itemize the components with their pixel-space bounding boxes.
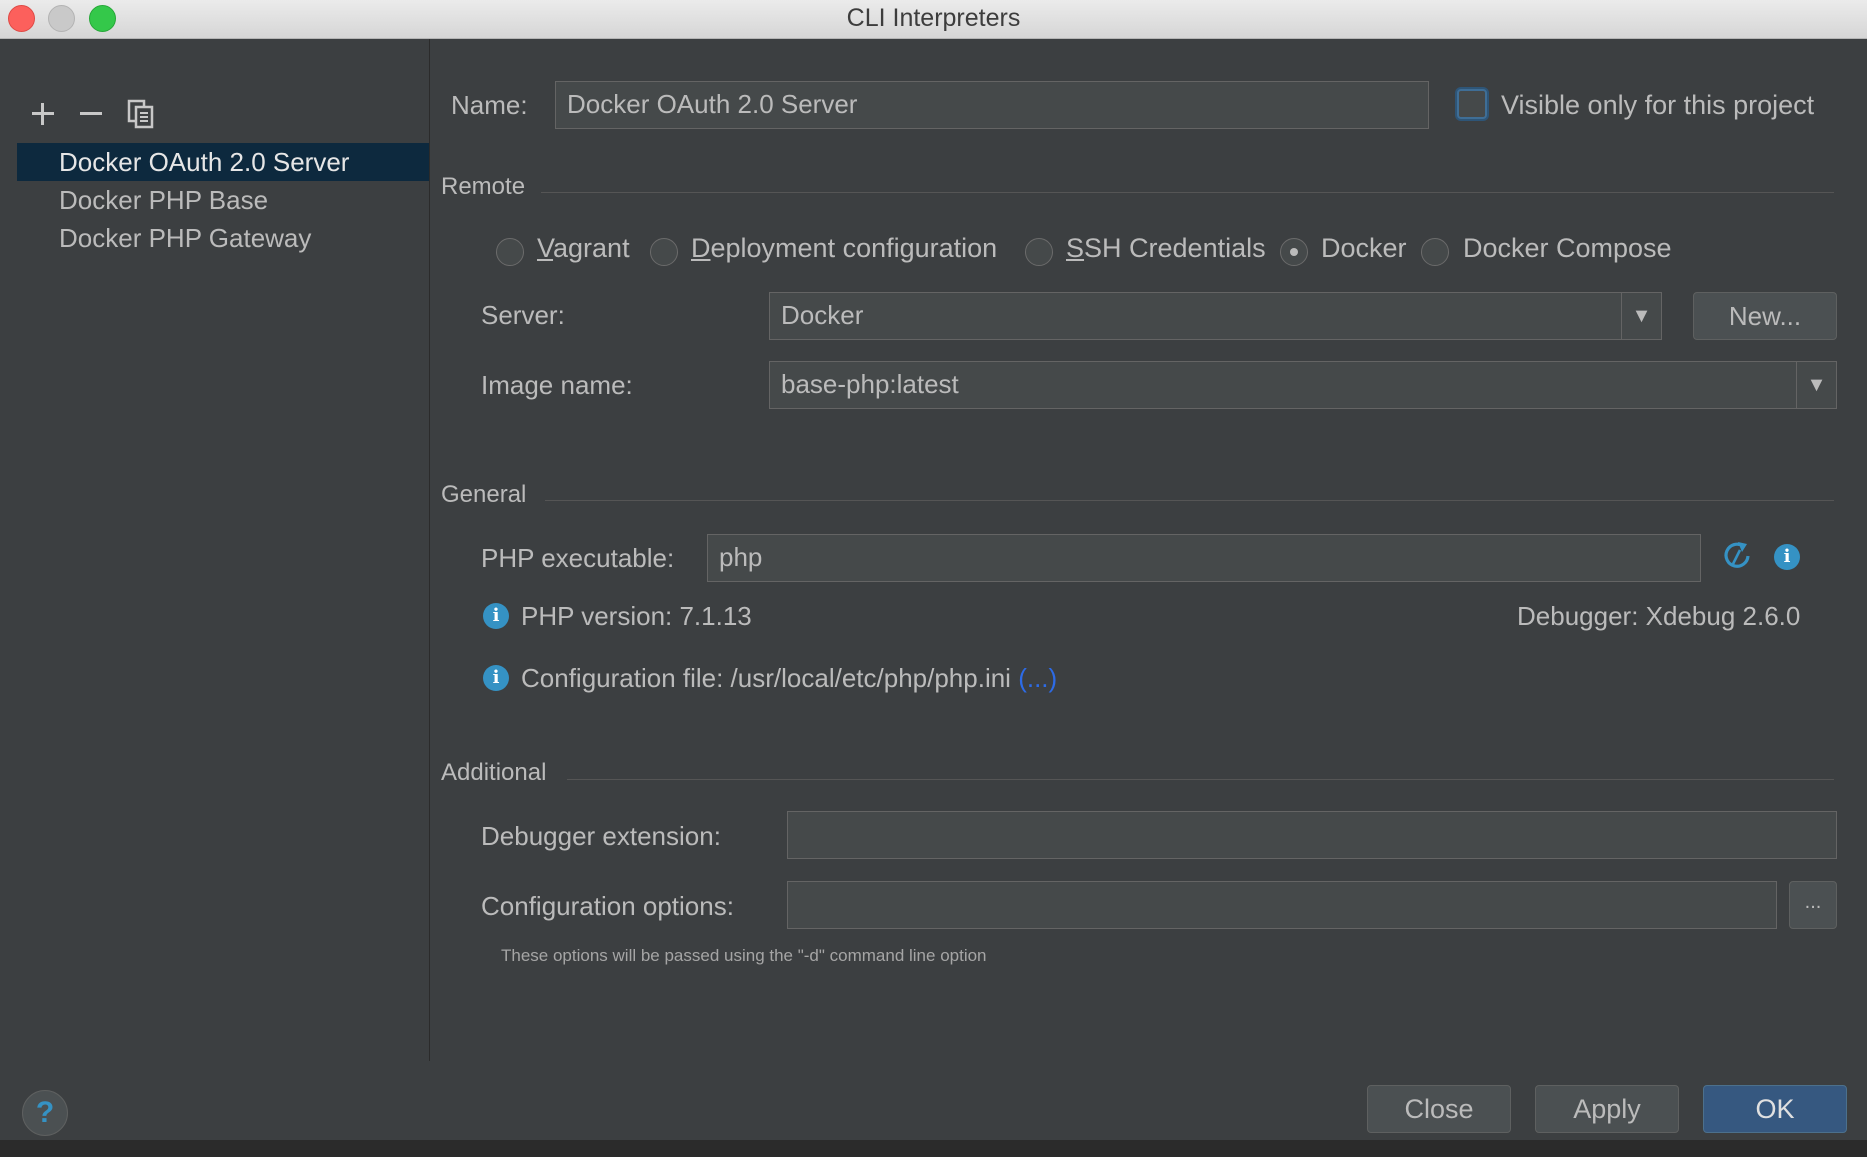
image-name-combobox[interactable]: base-php:latest ▼ — [769, 361, 1837, 409]
interpreter-list-panel: Docker OAuth 2.0 Server Docker PHP Base … — [0, 39, 430, 1061]
add-icon[interactable] — [28, 99, 58, 129]
close-button[interactable]: Close — [1367, 1085, 1511, 1133]
visible-only-label[interactable]: Visible only for this project — [1501, 90, 1814, 121]
php-version-text: PHP version: 7.1.13 — [521, 601, 752, 631]
configuration-options-browse-button[interactable]: ... — [1789, 881, 1837, 929]
help-button[interactable]: ? — [22, 1090, 68, 1136]
image-name-label: Image name: — [481, 370, 633, 400]
info-icon[interactable]: i — [1774, 544, 1800, 570]
server-label: Server: — [481, 300, 565, 330]
list-item[interactable]: Docker PHP Base — [17, 181, 429, 219]
info-icon: i — [483, 603, 509, 629]
apply-button[interactable]: Apply — [1535, 1085, 1679, 1133]
remote-divider — [541, 192, 1834, 193]
chevron-down-icon[interactable]: ▼ — [1621, 293, 1661, 339]
additional-divider — [567, 779, 1834, 780]
remote-section-title: Remote — [441, 173, 526, 200]
radio-ssh-credentials-label[interactable]: SSH Credentials — [1066, 233, 1266, 264]
list-item[interactable]: Docker PHP Gateway — [17, 219, 429, 257]
debugger-extension-label: Debugger extension: — [481, 821, 721, 851]
ok-button[interactable]: OK — [1703, 1085, 1847, 1133]
remove-icon[interactable] — [76, 99, 106, 129]
list-item[interactable]: Docker OAuth 2.0 Server — [17, 143, 429, 181]
window-title: CLI Interpreters — [846, 4, 1021, 32]
radio-docker[interactable] — [1280, 238, 1308, 266]
radio-docker-label[interactable]: Docker — [1321, 233, 1407, 264]
configuration-options-field[interactable] — [787, 881, 1777, 929]
title-bar: CLI Interpreters — [0, 0, 1867, 39]
name-label: Name: — [451, 90, 528, 120]
image-name-value: base-php:latest — [781, 369, 959, 399]
info-icon: i — [483, 665, 509, 691]
php-executable-label: PHP executable: — [481, 543, 675, 573]
configuration-options-hint: These options will be passed using the "… — [501, 946, 987, 965]
new-server-button[interactable]: New... — [1693, 292, 1837, 340]
radio-ssh-credentials[interactable] — [1025, 238, 1053, 266]
refresh-icon[interactable] — [1721, 540, 1753, 572]
radio-deployment-configuration-label[interactable]: Deployment configuration — [691, 233, 997, 264]
copy-icon[interactable] — [126, 99, 156, 129]
radio-docker-compose-label[interactable]: Docker Compose — [1463, 233, 1672, 264]
server-value: Docker — [781, 300, 864, 330]
radio-docker-compose[interactable] — [1421, 238, 1449, 266]
general-divider — [545, 500, 1834, 501]
radio-vagrant[interactable] — [496, 238, 524, 266]
window-bottom-edge — [0, 1140, 1867, 1157]
debugger-extension-field[interactable] — [787, 811, 1837, 859]
debugger-text: Debugger: Xdebug 2.6.0 — [1517, 601, 1801, 631]
radio-deployment-configuration[interactable] — [650, 238, 678, 266]
interpreter-list: Docker OAuth 2.0 Server Docker PHP Base … — [17, 143, 429, 257]
chevron-down-icon[interactable]: ▼ — [1796, 362, 1836, 408]
configuration-file-path: Configuration file: /usr/local/etc/php/p… — [521, 663, 1011, 693]
additional-section-title: Additional — [441, 759, 547, 786]
general-section-title: General — [441, 481, 527, 508]
configuration-options-label: Configuration options: — [481, 891, 734, 921]
server-combobox[interactable]: Docker ▼ — [769, 292, 1662, 340]
visible-only-checkbox[interactable] — [1457, 89, 1487, 119]
configuration-file-link[interactable]: (...) — [1018, 663, 1057, 693]
name-field[interactable]: Docker OAuth 2.0 Server — [555, 81, 1429, 129]
php-executable-field[interactable]: php — [707, 534, 1701, 582]
radio-vagrant-label[interactable]: Vagrant — [537, 233, 630, 264]
configuration-file-text: Configuration file: /usr/local/etc/php/p… — [521, 663, 1057, 694]
